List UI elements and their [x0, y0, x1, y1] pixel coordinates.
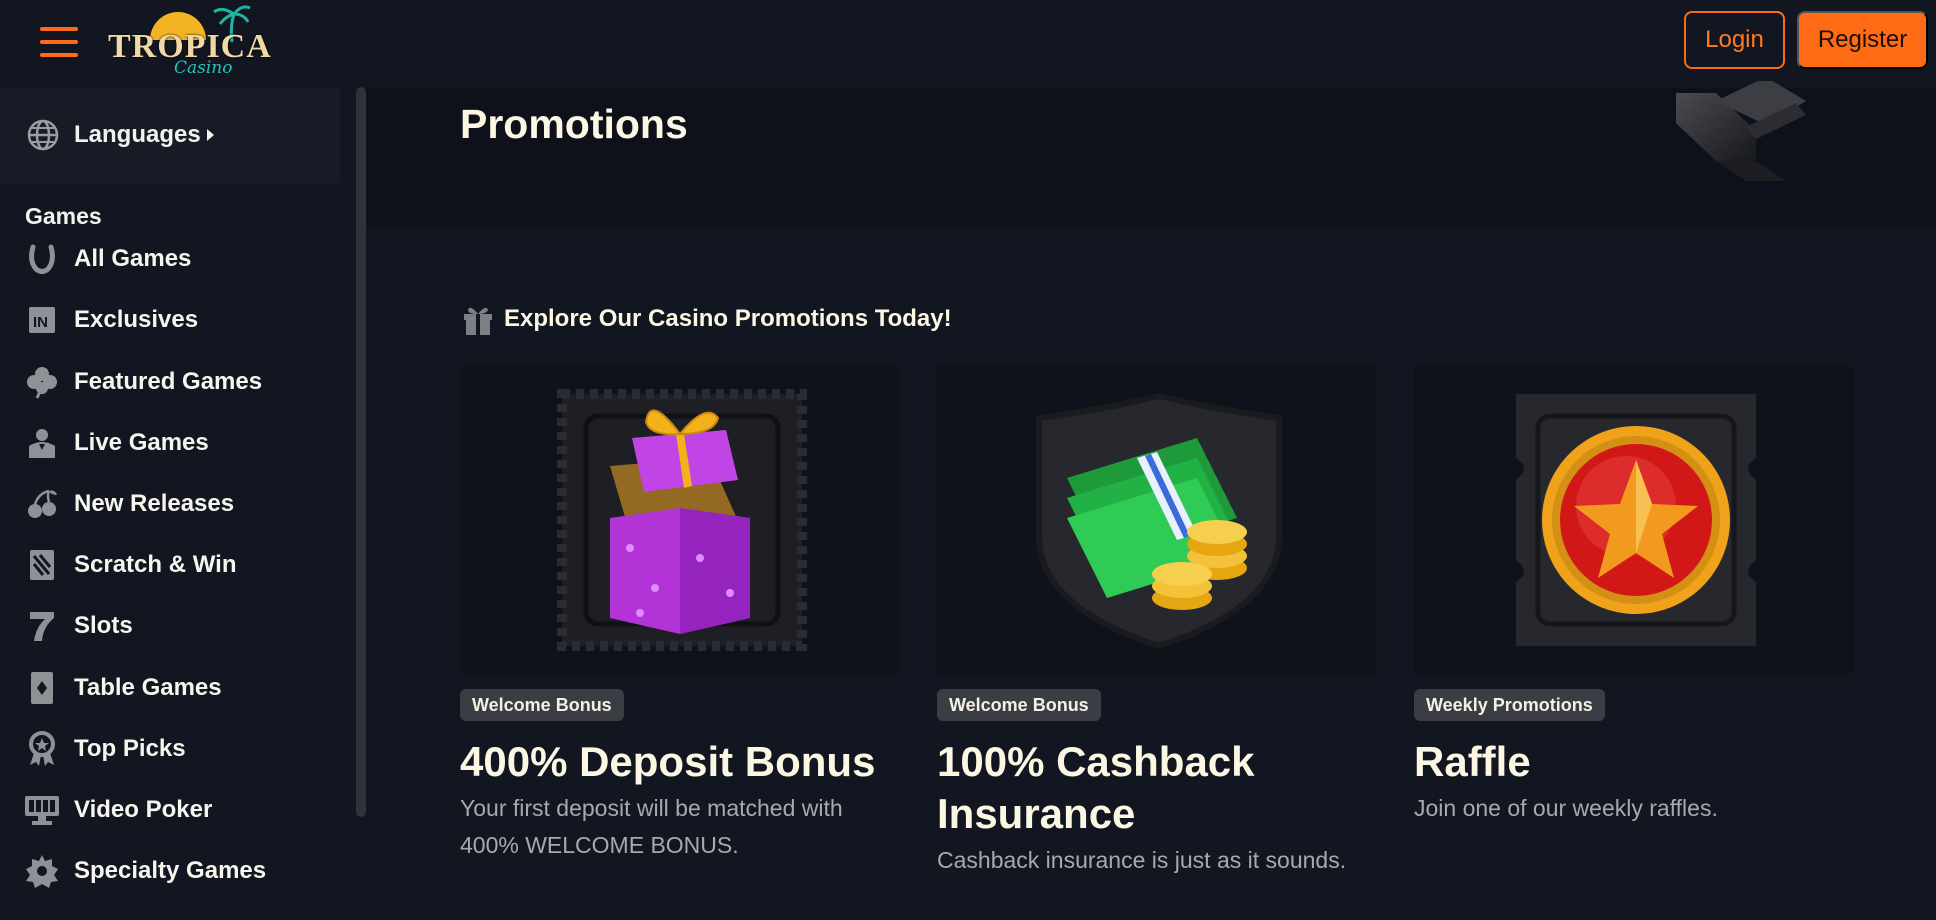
sidebar-item-label: New Releases: [74, 490, 235, 517]
sidebar-item-video-poker[interactable]: Video Poker: [22, 790, 212, 830]
promo-card-image[interactable]: [460, 366, 900, 674]
gift-icon: [464, 307, 492, 335]
logo-subtext: Casino: [174, 58, 233, 78]
sidebar-item-label: Scratch & Win: [74, 551, 237, 578]
sidebar-item-label: Specialty Games: [74, 857, 267, 884]
exclusive-icon: IN: [22, 300, 62, 340]
cherries-icon: [22, 484, 62, 524]
star-token-icon: [1516, 394, 1756, 646]
specialty-gear-icon: [22, 851, 62, 891]
sidebar-item-exclusives[interactable]: IN Exclusives: [22, 300, 198, 340]
sidebar-item-live-games[interactable]: Live Games: [22, 423, 209, 463]
promo-card-description: Your first deposit will be matched with …: [460, 795, 843, 858]
register-button[interactable]: Register: [1797, 11, 1928, 69]
cash-and-coins-icon: [1036, 392, 1282, 650]
games-heading: Games: [25, 203, 102, 229]
promo-card-title[interactable]: 100% Cashback Insurance: [937, 736, 1397, 840]
promo-card-title[interactable]: 400% Deposit Bonus: [460, 736, 920, 788]
sidebar-item-new-releases[interactable]: New Releases: [22, 484, 234, 524]
promo-card-description: Join one of our weekly raffles.: [1414, 795, 1718, 821]
clover-icon: [22, 362, 62, 402]
languages-panel: Languages: [0, 87, 340, 183]
hamburger-menu-icon[interactable]: [40, 27, 78, 57]
sidebar-item-all-games[interactable]: All Games: [22, 239, 191, 279]
promotions-hero: Promotions: [366, 81, 1936, 227]
seven-icon: [22, 606, 62, 646]
page-title: Promotions: [460, 101, 688, 147]
horseshoe-icon: [22, 239, 62, 279]
chip-stack-icon: [1676, 81, 1806, 181]
sidebar: Languages Games All Games IN Exclusives …: [0, 87, 366, 920]
sidebar-scrollbar[interactable]: [356, 87, 366, 817]
award-icon: [22, 729, 62, 769]
promo-badge: Welcome Bonus: [937, 689, 1101, 721]
sidebar-item-label: Featured Games: [74, 368, 263, 395]
caret-right-icon: [206, 129, 214, 141]
playing-card-icon: [22, 668, 62, 708]
scratch-ticket-icon: [22, 545, 62, 585]
sidebar-item-label: Live Games: [74, 429, 209, 456]
sidebar-item-top-picks[interactable]: Top Picks: [22, 729, 186, 769]
promo-card-image[interactable]: [937, 366, 1377, 674]
sidebar-item-table-games[interactable]: Table Games: [22, 668, 222, 708]
top-bar: TROPICA Casino Login Register: [0, 0, 1936, 87]
languages-menu[interactable]: Languages: [26, 117, 214, 153]
gift-box-icon: [557, 389, 807, 651]
promo-card-title[interactable]: Raffle: [1414, 736, 1874, 788]
sidebar-item-label: Top Picks: [74, 735, 186, 762]
promo-badge: Weekly Promotions: [1414, 689, 1605, 721]
sidebar-item-label: Exclusives: [74, 306, 199, 333]
dealer-icon: [22, 423, 62, 463]
sidebar-item-label: All Games: [74, 245, 192, 272]
sidebar-item-specialty-games[interactable]: Specialty Games: [22, 851, 266, 891]
languages-label: Languages: [74, 121, 201, 148]
video-poker-icon: [22, 790, 62, 830]
globe-icon: [27, 119, 59, 151]
svg-text:IN: IN: [33, 314, 48, 331]
promo-card-image[interactable]: [1414, 366, 1854, 674]
sidebar-item-label: Video Poker: [74, 796, 213, 823]
sidebar-item-label: Table Games: [74, 674, 222, 701]
promo-badge: Welcome Bonus: [460, 689, 624, 721]
sidebar-item-scratch-and-win[interactable]: Scratch & Win: [22, 545, 236, 585]
sidebar-item-slots[interactable]: Slots: [22, 606, 133, 646]
section-heading-text: Explore Our Casino Promotions Today!: [504, 305, 952, 332]
sidebar-item-featured-games[interactable]: Featured Games: [22, 362, 262, 402]
promo-card-description: Cashback insurance is just as it sounds.: [937, 847, 1347, 873]
sidebar-item-label: Slots: [74, 612, 133, 639]
logo[interactable]: TROPICA Casino: [104, 2, 271, 82]
section-heading: Explore Our Casino Promotions Today!: [462, 302, 952, 336]
login-button[interactable]: Login: [1684, 11, 1785, 69]
